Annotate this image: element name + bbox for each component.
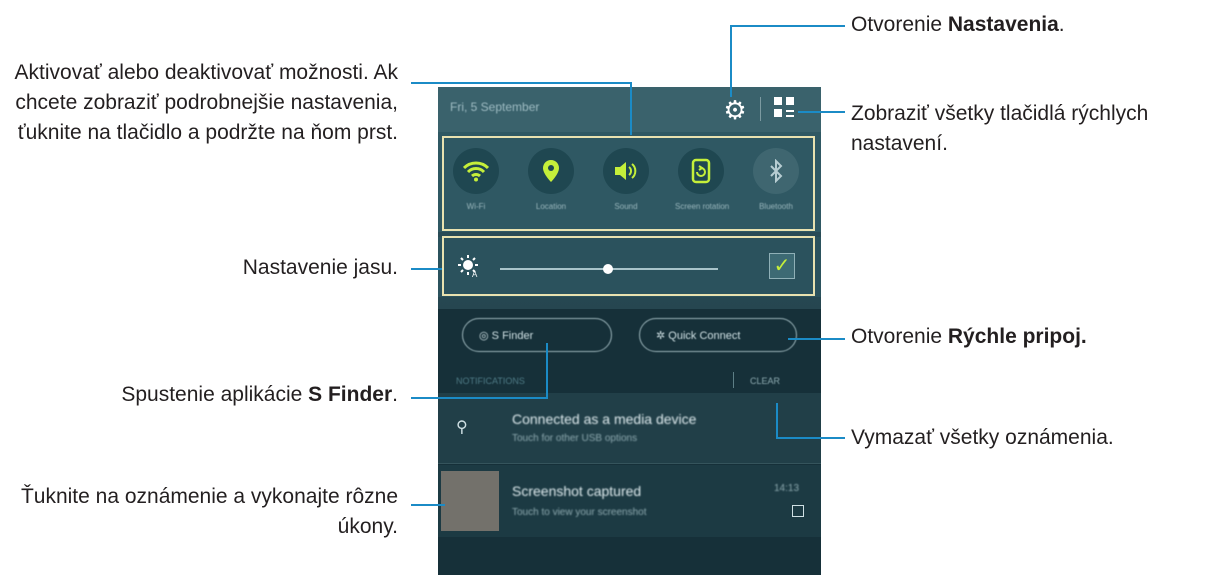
quick-connect-icon: ✲ xyxy=(656,330,666,342)
tap-notification-text: Ťuknite na oznámenie a vykonajte rôzne ú… xyxy=(20,485,398,538)
quick-connect-callout: Otvorenie Rýchle pripoj. xyxy=(851,322,1221,352)
open-settings-prefix: Otvorenie xyxy=(851,13,948,36)
toggle-options-text: Aktivovať alebo deaktivovať možnosti. Ak… xyxy=(14,61,398,144)
connector-line xyxy=(776,403,778,439)
connector-line xyxy=(776,437,845,439)
notification-title: Screenshot captured xyxy=(512,483,642,499)
connector-line xyxy=(730,25,845,27)
notification-item[interactable]: Screenshot captured Touch to view your s… xyxy=(438,465,821,537)
tiles-highlight xyxy=(442,136,815,231)
usb-icon: ⚲ xyxy=(456,419,468,436)
s-finder-label: S Finder xyxy=(491,330,534,342)
show-all-quick-callout: Zobraziť všetky tlačidlá rýchlych nastav… xyxy=(851,99,1228,159)
clear-all-text: Vymazať všetky oznámenia. xyxy=(851,426,1114,449)
brightness-text: Nastavenie jasu. xyxy=(242,256,398,279)
brightness-callout: Nastavenie jasu. xyxy=(0,253,398,283)
s-finder-button[interactable]: ◎ S Finder xyxy=(462,318,612,352)
s-finder-suffix: . xyxy=(392,383,398,406)
show-all-quick-text: Zobraziť všetky tlačidlá rýchlych nastav… xyxy=(851,102,1149,155)
brightness-highlight xyxy=(442,236,815,296)
quick-connect-prefix: Otvorenie xyxy=(851,325,948,348)
s-finder-bold: S Finder xyxy=(308,383,393,406)
quick-connect-bold: Rýchle pripoj. xyxy=(947,325,1087,348)
notification-subtitle: Touch for other USB options xyxy=(512,433,638,444)
notification-item[interactable]: ⚲ Connected as a media device Touch for … xyxy=(438,393,821,464)
notification-time: 14:13 xyxy=(774,483,800,494)
search-icon: ◎ xyxy=(479,330,489,342)
s-finder-prefix: Spustenie aplikácie xyxy=(121,383,309,406)
tap-notification-callout: Ťuknite na oznámenie a vykonajte rôzne ú… xyxy=(0,482,398,542)
open-settings-bold: Nastavenia xyxy=(947,13,1059,36)
clear-all-callout: Vymazať všetky oznámenia. xyxy=(851,423,1221,453)
divider xyxy=(760,97,761,121)
connector-line xyxy=(411,504,445,506)
screenshot-thumbnail xyxy=(441,471,499,531)
quick-settings-grid-icon[interactable] xyxy=(774,97,798,121)
notification-subtitle: Touch to view your screenshot xyxy=(512,507,647,518)
connector-line xyxy=(630,82,632,135)
quick-connect-label: Quick Connect xyxy=(668,330,741,342)
quick-connect-button[interactable]: ✲ Quick Connect xyxy=(639,318,797,352)
date-label: Fri, 5 September xyxy=(450,100,540,114)
connector-line xyxy=(788,338,845,340)
s-finder-callout: Spustenie aplikácie S Finder. xyxy=(0,380,398,410)
toggle-options-callout: Aktivovať alebo deaktivovať možnosti. Ak… xyxy=(0,58,398,148)
connector-line xyxy=(730,25,732,97)
open-settings-suffix: . xyxy=(1058,13,1065,36)
connector-line xyxy=(546,343,548,399)
clear-button[interactable]: CLEAR xyxy=(750,376,780,386)
connector-line xyxy=(798,111,845,113)
notifications-header: NOTIFICATIONS xyxy=(456,376,525,386)
divider xyxy=(733,372,734,388)
notification-title: Connected as a media device xyxy=(512,411,697,427)
notifications-area: ◎ S Finder ✲ Quick Connect NOTIFICATIONS… xyxy=(438,309,821,575)
connector-line xyxy=(411,268,442,270)
gear-icon[interactable]: ⚙ xyxy=(720,95,750,125)
open-settings-callout: Otvorenie Nastavenia. xyxy=(851,10,1221,40)
image-icon xyxy=(792,505,804,517)
connector-line xyxy=(411,397,548,399)
connector-line xyxy=(411,82,631,84)
